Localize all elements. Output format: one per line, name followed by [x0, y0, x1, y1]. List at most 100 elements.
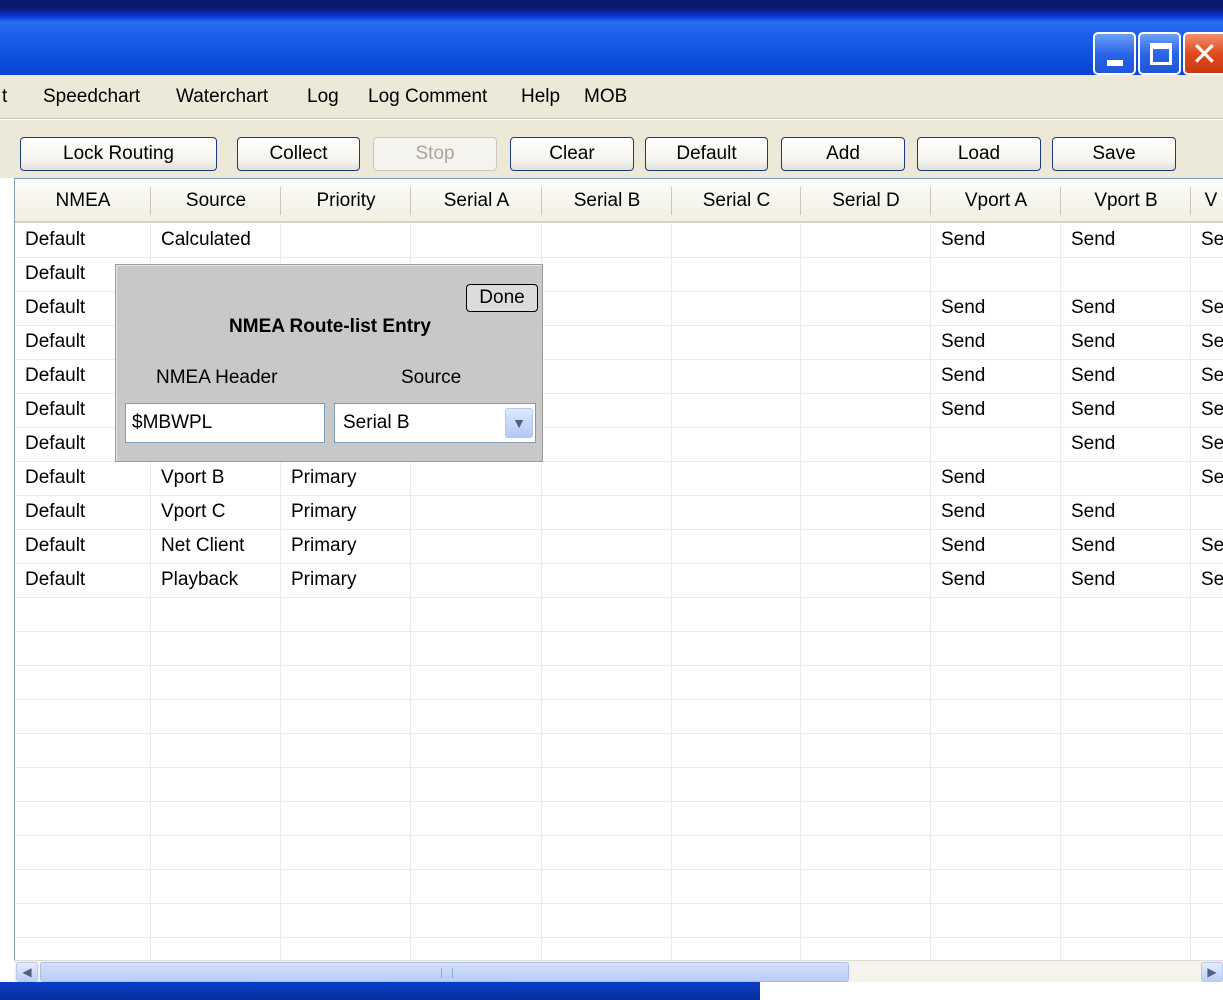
table-cell[interactable]: Se: [1201, 461, 1223, 494]
table-cell[interactable]: [682, 325, 799, 358]
table-cell[interactable]: Playback: [161, 563, 279, 596]
clear-button[interactable]: Clear: [510, 137, 634, 171]
column-header[interactable]: Priority: [281, 179, 411, 223]
table-cell[interactable]: Net Client: [161, 529, 279, 562]
scroll-thumb[interactable]: [40, 962, 849, 982]
save-button[interactable]: Save: [1052, 137, 1176, 171]
table-cell[interactable]: Se: [1201, 393, 1223, 426]
table-cell[interactable]: [682, 257, 799, 290]
table-cell[interactable]: [421, 461, 540, 494]
minimize-button[interactable]: [1093, 32, 1136, 75]
table-cell[interactable]: Send: [941, 563, 1059, 596]
menu-item-log-comment[interactable]: Log Comment: [368, 86, 487, 108]
maximize-button[interactable]: [1138, 32, 1181, 75]
column-header[interactable]: Vport B: [1061, 179, 1191, 223]
table-cell[interactable]: [682, 529, 799, 562]
table-cell[interactable]: [811, 529, 929, 562]
table-cell[interactable]: Send: [1071, 325, 1189, 358]
table-cell[interactable]: Send: [1071, 393, 1189, 426]
table-cell[interactable]: Send: [941, 529, 1059, 562]
table-cell[interactable]: [682, 393, 799, 426]
table-cell[interactable]: [1071, 461, 1189, 494]
chevron-down-icon[interactable]: ▼: [505, 408, 533, 438]
title-bar[interactable]: ✕: [0, 0, 1223, 75]
table-cell[interactable]: Send: [941, 291, 1059, 324]
table-cell[interactable]: Primary: [291, 563, 409, 596]
table-cell[interactable]: [421, 495, 540, 528]
menu-item-waterchart[interactable]: Waterchart: [176, 86, 268, 108]
table-cell[interactable]: Se: [1201, 427, 1223, 460]
table-cell[interactable]: Se: [1201, 359, 1223, 392]
table-cell[interactable]: [421, 223, 540, 256]
table-cell[interactable]: Primary: [291, 529, 409, 562]
table-cell[interactable]: Send: [941, 393, 1059, 426]
table-cell[interactable]: Calculated: [161, 223, 279, 256]
default-button[interactable]: Default: [645, 137, 768, 171]
table-cell[interactable]: [1201, 495, 1223, 528]
table-cell[interactable]: Se: [1201, 291, 1223, 324]
column-header[interactable]: V: [1191, 179, 1223, 223]
table-cell[interactable]: [552, 325, 670, 358]
table-cell[interactable]: Se: [1201, 325, 1223, 358]
table-cell[interactable]: [552, 427, 670, 460]
table-cell[interactable]: Default: [25, 223, 149, 256]
add-button[interactable]: Add: [781, 137, 905, 171]
table-cell[interactable]: [552, 461, 670, 494]
table-cell[interactable]: [811, 461, 929, 494]
table-cell[interactable]: Se: [1201, 529, 1223, 562]
table-cell[interactable]: [682, 461, 799, 494]
scroll-left-button[interactable]: ◀: [16, 962, 38, 982]
collect-button[interactable]: Collect: [237, 137, 360, 171]
menu-item-help[interactable]: Help: [521, 86, 560, 108]
table-cell[interactable]: Default: [25, 563, 149, 596]
table-cell[interactable]: Send: [1071, 529, 1189, 562]
column-header[interactable]: Serial D: [801, 179, 931, 223]
table-cell[interactable]: Vport C: [161, 495, 279, 528]
table-cell[interactable]: Send: [1071, 359, 1189, 392]
table-cell[interactable]: [811, 393, 929, 426]
table-cell[interactable]: [811, 325, 929, 358]
table-cell[interactable]: [682, 223, 799, 256]
table-cell[interactable]: [811, 291, 929, 324]
close-button[interactable]: ✕: [1183, 32, 1223, 75]
table-cell[interactable]: Default: [25, 529, 149, 562]
menu-item-partial[interactable]: t: [2, 86, 7, 108]
table-cell[interactable]: Send: [1071, 563, 1189, 596]
column-header[interactable]: Serial A: [411, 179, 542, 223]
table-cell[interactable]: [811, 563, 929, 596]
table-cell[interactable]: Default: [25, 495, 149, 528]
table-cell[interactable]: Primary: [291, 461, 409, 494]
table-cell[interactable]: [811, 359, 929, 392]
table-cell[interactable]: Send: [1071, 223, 1189, 256]
table-cell[interactable]: Se: [1201, 563, 1223, 596]
column-header[interactable]: NMEA: [15, 179, 151, 223]
table-cell[interactable]: Send: [941, 223, 1059, 256]
table-cell[interactable]: [682, 427, 799, 460]
done-button[interactable]: Done: [466, 284, 538, 312]
column-header[interactable]: Vport A: [931, 179, 1061, 223]
table-cell[interactable]: [1201, 257, 1223, 290]
lock-routing-button[interactable]: Lock Routing: [20, 137, 217, 171]
table-cell[interactable]: Send: [1071, 427, 1189, 460]
menu-item-log[interactable]: Log: [307, 86, 339, 108]
table-cell[interactable]: Send: [941, 495, 1059, 528]
table-cell[interactable]: [811, 257, 929, 290]
table-cell[interactable]: [1071, 257, 1189, 290]
menu-item-speedchart[interactable]: Speedchart: [43, 86, 140, 108]
table-cell[interactable]: [811, 427, 929, 460]
table-cell[interactable]: [682, 495, 799, 528]
table-cell[interactable]: [421, 529, 540, 562]
table-cell[interactable]: Send: [941, 325, 1059, 358]
table-cell[interactable]: [682, 359, 799, 392]
table-cell[interactable]: Vport B: [161, 461, 279, 494]
column-header[interactable]: Source: [151, 179, 281, 223]
table-cell[interactable]: [552, 529, 670, 562]
table-cell[interactable]: [552, 257, 670, 290]
table-cell[interactable]: [421, 563, 540, 596]
table-cell[interactable]: [552, 495, 670, 528]
menu-item-mob[interactable]: MOB: [584, 86, 627, 108]
nmea-header-input[interactable]: $MBWPL: [125, 403, 325, 443]
horizontal-scrollbar[interactable]: ◀ ▶: [14, 960, 1223, 982]
table-cell[interactable]: Primary: [291, 495, 409, 528]
table-cell[interactable]: [552, 563, 670, 596]
